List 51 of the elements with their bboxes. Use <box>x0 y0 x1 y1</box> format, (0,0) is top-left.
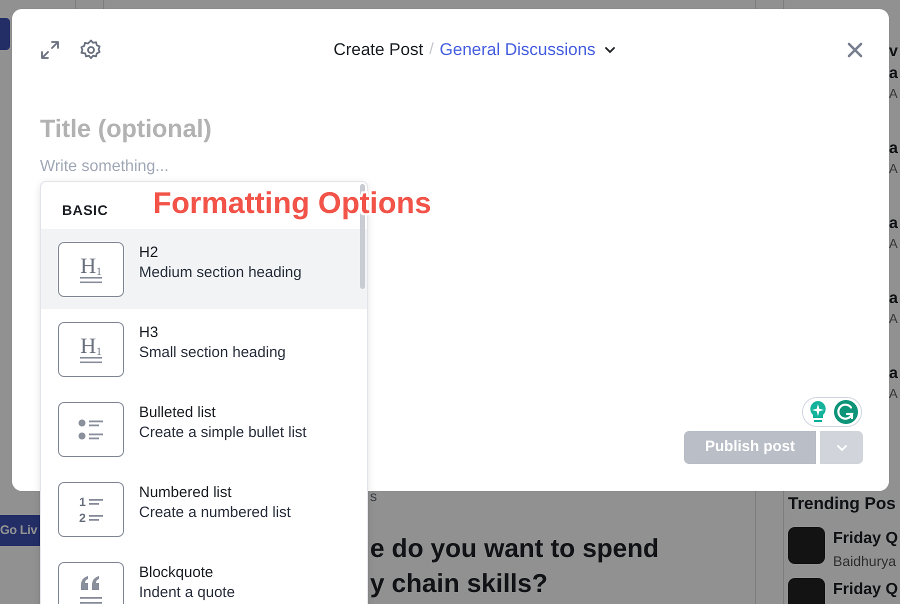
heading-icon: H$_{1}$ <box>58 242 124 297</box>
quote-icon <box>80 574 102 604</box>
list-item-meta: A <box>889 160 899 178</box>
post-title[interactable]: Friday Q <box>833 578 898 602</box>
list-item-meta: A <box>889 235 899 253</box>
heading-icon: H$_{1}$ <box>58 322 124 377</box>
item-description: Create a numbered list <box>139 503 291 523</box>
item-description: Create a simple bullet list <box>139 423 307 443</box>
menu-item[interactable]: 1 2 Numbered list Create a numbered list <box>41 469 367 549</box>
item-label: Numbered list <box>139 483 233 502</box>
list-item-meta: A <box>889 385 899 403</box>
annotation-text: Formatting Options <box>153 186 432 222</box>
numbered-list-icon: 1 2 <box>58 482 124 537</box>
post-title[interactable]: Friday Q <box>833 526 898 550</box>
list-item-title: a <box>889 289 899 309</box>
item-label: Bulleted list <box>139 403 217 422</box>
item-label: H2 <box>139 243 160 262</box>
category-dropdown[interactable]: General Discussions <box>440 37 616 62</box>
menu-item[interactable]: Bulleted list Create a simple bullet list <box>41 389 367 469</box>
expand-icon[interactable] <box>40 40 60 60</box>
list-item-title: a <box>889 64 899 84</box>
section-heading: Trending Pos <box>788 493 897 515</box>
list-item-title: v <box>889 42 899 62</box>
avatar <box>788 526 825 564</box>
grammarly-widget[interactable] <box>802 397 862 427</box>
bullet-list-icon <box>78 418 104 442</box>
list-item-title: a <box>889 139 899 159</box>
close-icon[interactable] <box>847 42 863 58</box>
list-item-meta: A <box>889 85 899 103</box>
item-description: Indent a quote <box>139 583 235 603</box>
menu-item[interactable]: H$_{1}$ H2 Medium section heading <box>41 229 367 309</box>
menu-item[interactable]: Blockquote Indent a quote <box>41 549 367 604</box>
post-author: Baidhurya <box>833 552 898 571</box>
menu-item[interactable]: H$_{1}$ H3 Small section heading <box>41 309 367 389</box>
modal-title: Create Post <box>333 39 424 61</box>
section-label: BASIC <box>62 201 108 220</box>
item-description: Small section heading <box>139 343 286 363</box>
feed-label: s <box>370 487 378 506</box>
item-description: Medium section heading <box>139 263 302 283</box>
settings-icon[interactable] <box>80 38 102 61</box>
avatar <box>788 578 825 604</box>
list-item-title: a <box>889 214 899 234</box>
grammarly-icon[interactable] <box>834 400 858 424</box>
list-item-title: a <box>889 364 899 384</box>
post-title-line: y chain skills? <box>370 567 549 600</box>
list-item-meta: A <box>889 310 899 328</box>
breadcrumb-separator: / <box>429 40 434 60</box>
nav-button[interactable] <box>0 18 10 50</box>
item-label: H3 <box>139 323 160 342</box>
post-title-line: e do you want to spend <box>370 532 660 565</box>
item-label: Blockquote <box>139 563 214 582</box>
